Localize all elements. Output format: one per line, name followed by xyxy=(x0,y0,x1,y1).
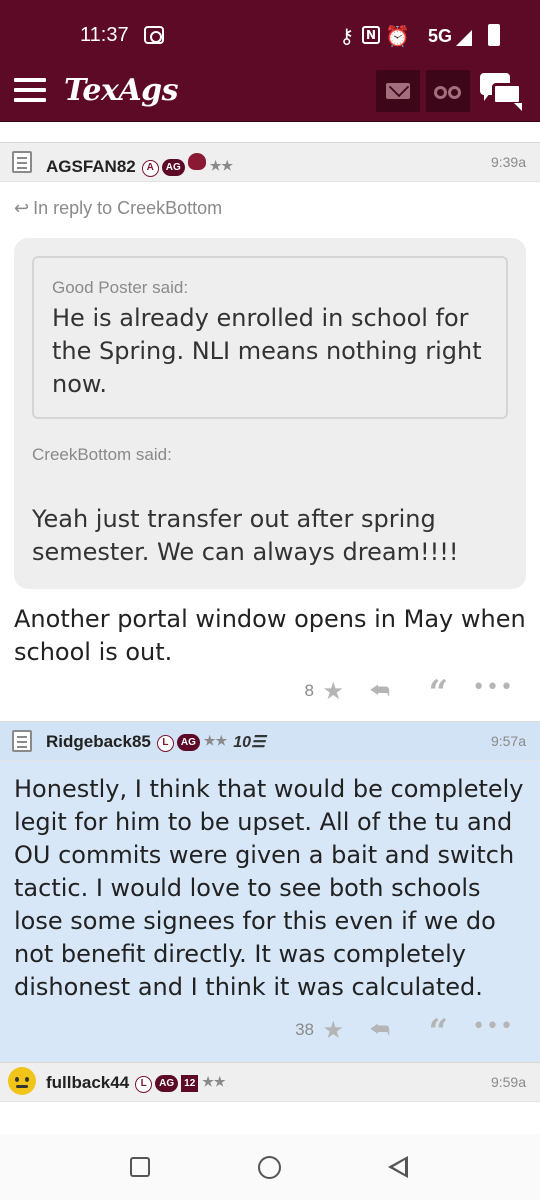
badge-12: 12 xyxy=(181,1075,199,1092)
network-type: 5G xyxy=(427,26,452,46)
nfc-icon: N xyxy=(362,26,380,44)
badge-10: 10☰ xyxy=(233,734,266,751)
team-logo-icon xyxy=(187,153,206,170)
badge-ag: AG xyxy=(155,1075,179,1092)
battery-icon xyxy=(488,24,500,46)
quote-text: Yeah just transfer out after spring seme… xyxy=(32,505,459,566)
post-actions: 8 ★ ⮪ “ ••• xyxy=(0,669,540,721)
post-time: 9:57a xyxy=(490,733,526,749)
alarm-icon: ⏰ xyxy=(385,24,410,48)
quote-text: He is already enrolled in school for the… xyxy=(52,304,482,398)
badge-ag: AG xyxy=(176,734,200,751)
more-icon[interactable]: ••• xyxy=(472,1014,514,1039)
status-time: 11:37 xyxy=(80,24,129,46)
document-icon xyxy=(12,730,32,752)
system-nav-bar xyxy=(0,1134,540,1200)
post: Ridgeback85 L AG ★★ 10☰ 9:57a Honestly, I th… xyxy=(0,721,540,1062)
post-header: fullback44 L AG 12 ★★ 9:59a xyxy=(0,1062,540,1102)
rank-stars: ★★ xyxy=(202,1074,226,1089)
post-actions: 38 ★ ⮪ “ ••• xyxy=(0,1004,540,1062)
thread-content: AGSFAN82 A AG ★★ 9:39a ↩ In reply to CreekBo… xyxy=(0,122,540,1134)
rank-stars: ★★ xyxy=(203,733,228,748)
post-body: Honestly, I think that would be complete… xyxy=(14,775,524,1001)
quote-block: Good Poster said: He is already enrolled… xyxy=(14,238,526,589)
quote-author: Good Poster said: xyxy=(52,278,189,297)
nested-quote: Good Poster said: He is already enrolled… xyxy=(32,256,508,419)
back-icon[interactable] xyxy=(388,1156,408,1178)
rank-stars: ★★ xyxy=(209,158,234,173)
reply-icon[interactable]: ⮪ xyxy=(370,1018,390,1043)
document-icon xyxy=(12,151,32,173)
post-header: AGSFAN82 A AG ★★ 9:39a xyxy=(0,142,540,182)
post-username[interactable]: fullback44 L AG 12 ★★ xyxy=(46,1073,226,1093)
badge-l: L xyxy=(135,1076,153,1093)
reply-icon[interactable]: ⮪ xyxy=(370,679,390,704)
post-time: 9:59a xyxy=(490,1074,526,1090)
reply-arrow-icon: ↩ xyxy=(14,198,30,218)
status-bar: 11:37 ⚷ N ⏰ 5G xyxy=(0,0,540,60)
star-count: 38 xyxy=(295,1020,314,1039)
signal-icon xyxy=(456,30,472,46)
badge-ag: AG xyxy=(161,159,185,176)
quote-icon[interactable]: “ xyxy=(428,673,448,713)
screen-record-icon xyxy=(144,26,164,44)
hamburger-icon[interactable] xyxy=(14,78,46,102)
binoculars-icon[interactable] xyxy=(426,70,470,112)
star-icon[interactable]: ★ xyxy=(322,1016,344,1044)
app-bar: TexAgs xyxy=(0,60,540,122)
home-icon[interactable] xyxy=(258,1156,281,1179)
mail-icon[interactable] xyxy=(376,70,420,112)
quote-author: CreekBottom said: xyxy=(32,445,172,464)
quote-icon[interactable]: “ xyxy=(428,1012,448,1052)
post-username[interactable]: AGSFAN82 A AG ★★ xyxy=(46,153,233,177)
recents-icon[interactable] xyxy=(130,1157,150,1177)
badge-a: A xyxy=(141,160,159,177)
post-time: 9:39a xyxy=(490,154,526,170)
star-icon[interactable]: ★ xyxy=(322,677,344,705)
post: fullback44 L AG 12 ★★ 9:59a xyxy=(0,1062,540,1102)
post-header: Ridgeback85 L AG ★★ 10☰ 9:57a xyxy=(0,721,540,761)
post-username[interactable]: Ridgeback85 L AG ★★ 10☰ xyxy=(46,732,265,752)
key-icon: ⚷ xyxy=(339,24,354,48)
avatar[interactable] xyxy=(8,1067,36,1095)
chat-icon[interactable] xyxy=(480,73,526,111)
post: AGSFAN82 A AG ★★ 9:39a ↩ In reply to CreekBo… xyxy=(0,142,540,721)
more-icon[interactable]: ••• xyxy=(472,675,514,700)
star-count: 8 xyxy=(304,681,314,700)
reply-to-link[interactable]: ↩ In reply to CreekBottom xyxy=(0,182,540,230)
app-logo[interactable]: TexAgs xyxy=(64,73,179,108)
post-body: Another portal window opens in May when … xyxy=(14,605,526,666)
badge-l: L xyxy=(156,735,174,752)
